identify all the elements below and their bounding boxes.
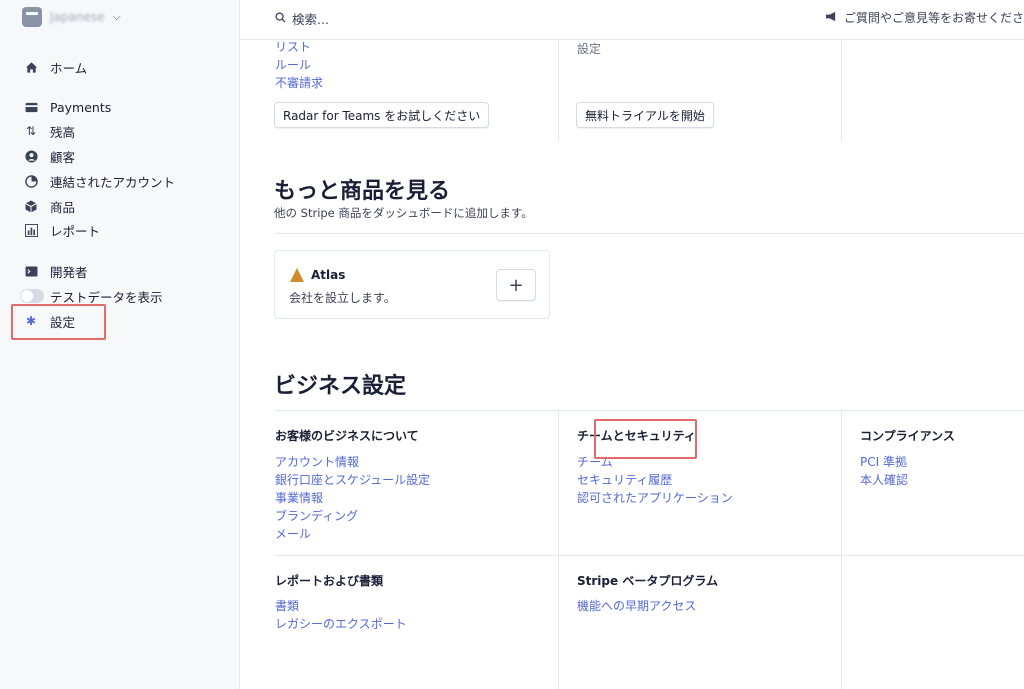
atlas-name: Atlas xyxy=(311,268,346,282)
link-documents[interactable]: 書類 xyxy=(275,597,407,615)
reports-docs-links: 書類 レガシーのエクスポート xyxy=(275,597,407,633)
reports-icon xyxy=(24,223,38,237)
search-icon xyxy=(275,11,286,26)
connected-accounts-icon xyxy=(24,174,38,188)
topbar: 検索... ご質問やご意見等をお寄せくださ xyxy=(240,0,1024,40)
radar-links: リスト ルール 不審請求 xyxy=(275,41,323,92)
sidebar-item-label: 顧客 xyxy=(50,149,76,165)
link-legacy-export[interactable]: レガシーのエクスポート xyxy=(275,615,407,633)
sidebar-item-connected-accounts[interactable]: 連結されたアカウント xyxy=(24,171,175,191)
customers-icon xyxy=(24,149,38,163)
divider xyxy=(558,410,559,689)
settings-text: 設定 xyxy=(577,42,602,56)
sidebar: Japanese ⌵ ホーム Payments ⇅ 残高 顧客 連結されたアカウ… xyxy=(0,0,240,689)
link-business-info[interactable]: 事業情報 xyxy=(275,489,430,507)
link-authorized-apps[interactable]: 認可されたアプリケーション xyxy=(577,489,733,507)
link-bank-schedule[interactable]: 銀行口座とスケジュール設定 xyxy=(275,471,430,489)
compliance-title: コンプライアンス xyxy=(860,429,955,443)
link-disputes[interactable]: 不審請求 xyxy=(275,74,323,92)
link-rules[interactable]: ルール xyxy=(275,56,323,74)
link-early-access[interactable]: 機能への早期アクセス xyxy=(577,597,696,615)
developers-icon xyxy=(24,264,38,278)
divider xyxy=(841,410,842,689)
sidebar-item-payments[interactable]: Payments xyxy=(24,97,111,117)
account-name: Japanese xyxy=(50,10,105,24)
atlas-logo-icon xyxy=(289,267,305,283)
divider xyxy=(841,41,842,141)
app-root: Japanese ⌵ ホーム Payments ⇅ 残高 顧客 連結されたアカウ… xyxy=(0,0,1024,689)
sidebar-item-reports[interactable]: レポート xyxy=(24,220,100,240)
divider xyxy=(274,555,1024,556)
sidebar-item-balance[interactable]: ⇅ 残高 xyxy=(24,121,75,141)
atlas-card-title: Atlas xyxy=(289,267,345,283)
megaphone-icon xyxy=(825,11,838,25)
team-security-links: チーム セキュリティ履歴 認可されたアプリケーション xyxy=(577,453,733,507)
feedback-button[interactable]: ご質問やご意見等をお寄せくださ xyxy=(825,9,1024,26)
test-data-toggle[interactable]: テストデータを表示 xyxy=(20,286,163,306)
payments-icon xyxy=(24,100,38,114)
balance-icon: ⇅ xyxy=(25,124,37,138)
link-pci-compliance[interactable]: PCI 準拠 xyxy=(860,453,908,471)
business-about-links: アカウント情報 銀行口座とスケジュール設定 事業情報 ブランディング メール xyxy=(275,453,430,543)
home-icon xyxy=(24,60,38,74)
link-branding[interactable]: ブランディング xyxy=(275,507,430,525)
sidebar-item-label: 商品 xyxy=(50,199,76,215)
compliance-links: PCI 準拠 本人確認 xyxy=(860,453,908,489)
highlight-box-settings xyxy=(11,304,106,340)
toggle-switch[interactable] xyxy=(20,289,44,303)
sidebar-item-label: テストデータを表示 xyxy=(50,289,163,305)
products-icon xyxy=(24,199,38,213)
sidebar-item-label: ホーム xyxy=(50,60,88,76)
atlas-desc: 会社を設立します。 xyxy=(289,291,396,305)
divider xyxy=(558,41,559,141)
sidebar-item-developers[interactable]: 開発者 xyxy=(24,261,88,281)
link-account-info[interactable]: アカウント情報 xyxy=(275,453,430,471)
reports-docs-title: レポートおよび書類 xyxy=(275,574,384,588)
divider xyxy=(274,233,1024,234)
start-trial-button[interactable]: 無料トライアルを開始 xyxy=(576,102,714,128)
sidebar-item-label: 開発者 xyxy=(50,264,88,280)
sidebar-item-home[interactable]: ホーム xyxy=(24,57,87,77)
sidebar-item-products[interactable]: 商品 xyxy=(24,196,75,216)
highlight-box-identity xyxy=(594,419,697,459)
link-email[interactable]: メール xyxy=(275,525,430,543)
feedback-label: ご質問やご意見等をお寄せくださ xyxy=(843,11,1024,25)
link-identity-verification[interactable]: 本人確認 xyxy=(860,471,908,489)
search-placeholder: 検索... xyxy=(292,12,329,27)
more-products-title: もっと商品を見る xyxy=(274,179,451,204)
account-switcher[interactable]: Japanese ⌵ xyxy=(22,7,121,27)
sidebar-item-label: Payments xyxy=(50,99,112,115)
beta-program-links: 機能への早期アクセス xyxy=(577,597,696,615)
sidebar-item-customers[interactable]: 顧客 xyxy=(24,146,75,166)
business-about-title: お客様のビジネスについて xyxy=(275,429,419,443)
link-security-history[interactable]: セキュリティ履歴 xyxy=(577,471,733,489)
radar-teams-button[interactable]: Radar for Teams をお試しください xyxy=(274,102,490,128)
add-atlas-button[interactable]: + xyxy=(496,269,536,301)
sidebar-item-label: レポート xyxy=(50,223,101,239)
search-input[interactable]: 検索... xyxy=(275,9,329,28)
main-content: リスト ルール 不審請求 Radar for Teams をお試しください 設定… xyxy=(240,41,1024,689)
atlas-card: Atlas 会社を設立します。 + xyxy=(274,250,550,319)
sidebar-item-label: 残高 xyxy=(50,124,76,140)
link-lists[interactable]: リスト xyxy=(275,41,323,56)
sidebar-item-label: 連結されたアカウント xyxy=(50,174,176,190)
more-products-subtitle: 他の Stripe 商品をダッシュボードに追加します。 xyxy=(274,206,533,220)
beta-program-title: Stripe ベータプログラム xyxy=(577,574,718,588)
business-settings-title: ビジネス設定 xyxy=(274,374,407,399)
account-logo-icon xyxy=(22,7,42,27)
chevron-down-icon: ⌵ xyxy=(112,10,121,23)
divider xyxy=(274,410,1024,411)
